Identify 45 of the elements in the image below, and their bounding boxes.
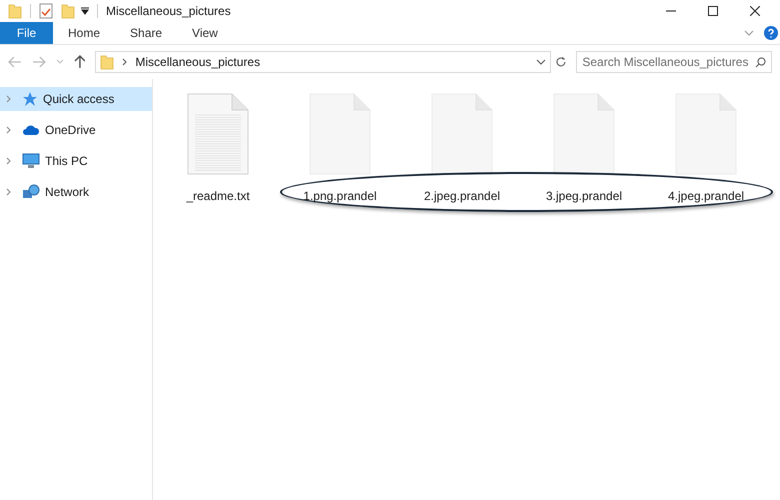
forward-arrow-icon[interactable]	[32, 56, 46, 68]
close-icon[interactable]	[750, 6, 760, 16]
folder-icon	[8, 3, 22, 19]
window-title: Miscellaneous_pictures	[106, 3, 231, 20]
navigation-item[interactable]: OneDrive	[0, 118, 152, 142]
ribbon-tab[interactable]: File	[0, 22, 53, 44]
file-name[interactable]: 4.jpeg.prandel	[668, 187, 744, 205]
ribbon-tab[interactable]: Share	[115, 22, 178, 44]
properties-icon[interactable]	[39, 3, 53, 19]
new-folder-icon	[61, 3, 75, 19]
maximize-icon[interactable]	[708, 6, 718, 16]
network-icon	[22, 184, 40, 200]
dropdown-icon[interactable]	[81, 7, 89, 15]
navigation-item[interactable]: This PC	[0, 149, 152, 173]
chevron-right-icon[interactable]	[6, 126, 11, 134]
blank-document-icon	[309, 93, 371, 175]
ribbon-tab[interactable]: Home	[53, 22, 116, 44]
refresh-icon[interactable]	[554, 56, 566, 68]
monitor-icon	[22, 153, 40, 169]
up-arrow-icon[interactable]	[74, 55, 86, 69]
search-icon	[754, 56, 766, 68]
chevron-right-icon[interactable]	[6, 188, 11, 196]
navigation-item[interactable]: Network	[0, 180, 152, 204]
ribbon-tab[interactable]: View	[177, 22, 233, 44]
blank-document-icon	[431, 93, 493, 175]
blank-document-icon	[553, 93, 615, 175]
folder-icon	[100, 54, 114, 70]
file-name[interactable]: 1.png.prandel	[303, 187, 377, 205]
blank-document-icon	[675, 93, 737, 175]
text-document-icon	[187, 93, 249, 175]
navigation-item[interactable]: Quick access	[0, 87, 152, 111]
cloud-icon	[22, 124, 40, 136]
chevron-right-icon[interactable]	[6, 95, 11, 103]
file-name[interactable]: 3.jpeg.prandel	[546, 187, 622, 205]
address-bar[interactable]: Miscellaneous_pictures	[95, 51, 551, 73]
star-icon	[22, 91, 38, 107]
file-name[interactable]: _readme.txt	[186, 187, 250, 205]
file-name[interactable]: 2.jpeg.prandel	[424, 187, 500, 205]
chevron-down-icon[interactable]	[536, 59, 546, 65]
help-icon[interactable]	[764, 26, 778, 40]
search-field[interactable]: Search Miscellaneous_pictures	[576, 51, 772, 73]
chevron-right-icon[interactable]	[6, 157, 11, 165]
back-arrow-icon[interactable]	[8, 56, 22, 68]
chevron-right-icon	[122, 58, 128, 66]
address-path: Miscellaneous_pictures	[135, 54, 260, 71]
